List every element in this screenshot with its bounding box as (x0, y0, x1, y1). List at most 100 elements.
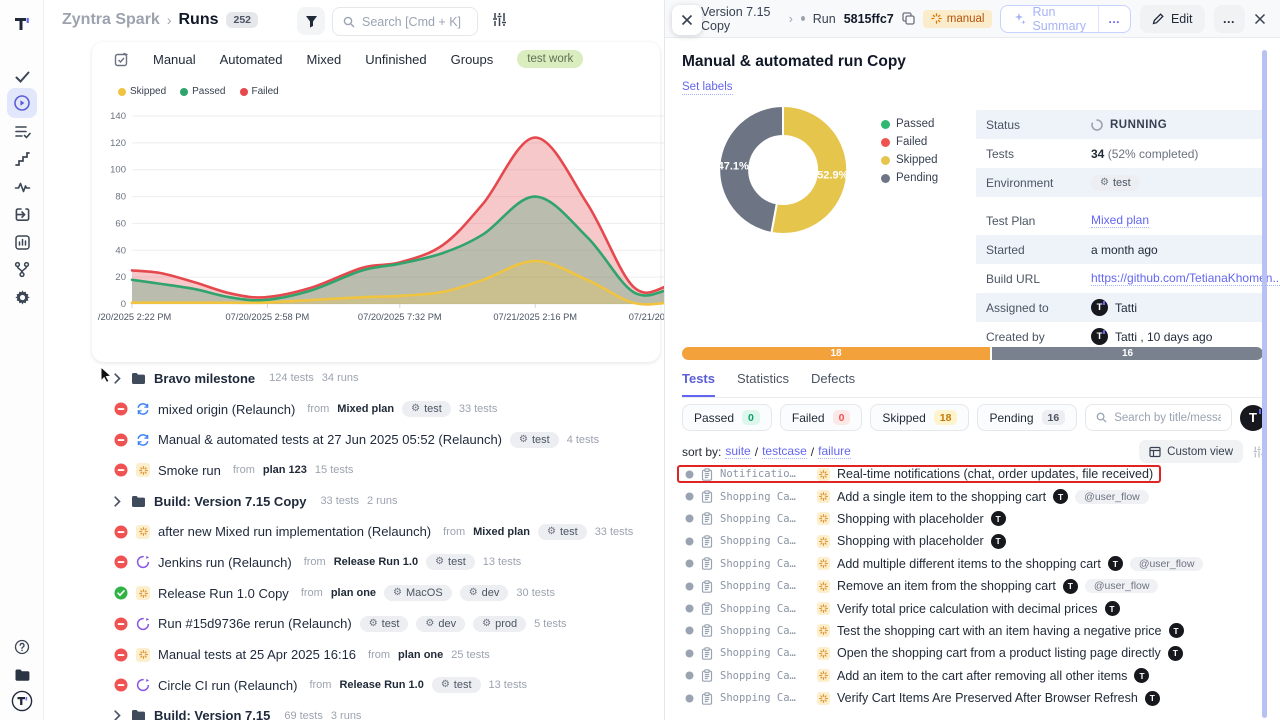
build-url-link[interactable]: https://github.com/TetianaKhomen... (1091, 271, 1280, 286)
tab-defects[interactable]: Defects (811, 371, 855, 397)
run-row[interactable]: mixed origin (Relaunch)fromMixed plan⚙te… (92, 394, 660, 425)
run-filter-mixed[interactable]: Mixed (307, 52, 342, 67)
run-title[interactable]: Manual & automated tests at 27 Jun 2025 … (158, 432, 502, 447)
adjustments-icon[interactable] (491, 11, 508, 28)
chevron-right-icon[interactable] (114, 373, 121, 384)
scrollbar[interactable] (1262, 50, 1267, 718)
folder-title[interactable]: Bravo milestone (154, 371, 255, 386)
sort-by-failure[interactable]: failure (818, 444, 851, 459)
chevron-right-icon[interactable] (114, 710, 121, 720)
filter-pill-skipped[interactable]: Skipped18 (870, 404, 969, 431)
run-filter-unfinished[interactable]: Unfinished (365, 52, 426, 67)
test-title[interactable]: Open the shopping cart from a product li… (837, 646, 1161, 660)
test-tag[interactable]: @user_flow (1130, 557, 1204, 571)
branch-icon[interactable] (7, 254, 37, 284)
label-filter-badge[interactable]: test work (517, 50, 583, 68)
run-row[interactable]: Release Run 1.0 Copyfromplan one⚙MacOS⚙d… (92, 578, 660, 609)
test-title[interactable]: Add a single item to the shopping cart (837, 490, 1046, 504)
run-filter-manual[interactable]: Manual (153, 52, 196, 67)
test-tag[interactable]: @user_flow (1085, 579, 1159, 593)
run-plan-link[interactable]: plan one (398, 649, 443, 661)
test-content[interactable]: Shopping Ca…Shopping with placeholderT (677, 509, 1014, 528)
test-row[interactable]: Shopping Ca…Open the shopping cart from … (677, 642, 1264, 664)
run-plan-link[interactable]: plan 123 (263, 464, 307, 476)
test-content[interactable]: Shopping Ca…Add multiple different items… (677, 554, 1211, 573)
run-plan-link[interactable]: Release Run 1.0 (339, 679, 423, 691)
breadcrumb-section[interactable]: Runs (178, 11, 218, 29)
run-title[interactable]: Release Run 1.0 Copy (158, 586, 289, 601)
stairs-icon[interactable] (7, 144, 37, 174)
run-row[interactable]: Circle CI run (Relaunch)fromRelease Run … (92, 670, 660, 701)
test-content[interactable]: Shopping Ca…Remove an item from the shop… (677, 577, 1166, 596)
import-icon[interactable] (7, 199, 37, 229)
tab-statistics[interactable]: Statistics (737, 371, 789, 397)
test-row[interactable]: Shopping Ca…Remove an item from the shop… (677, 575, 1264, 597)
runs-icon[interactable] (7, 88, 37, 118)
test-title[interactable]: Real-time notifications (chat, order upd… (837, 467, 1153, 481)
list-check-icon[interactable] (7, 116, 37, 146)
test-tag[interactable]: @user_flow (1075, 490, 1149, 504)
select-runs-icon[interactable] (114, 52, 129, 67)
run-filter-groups[interactable]: Groups (451, 52, 494, 67)
test-title[interactable]: Add multiple different items to the shop… (837, 557, 1101, 571)
filter-pill-pending[interactable]: Pending16 (977, 404, 1077, 431)
run-title[interactable]: Circle CI run (Relaunch) (158, 678, 297, 693)
close-panel-button[interactable] (672, 5, 702, 35)
custom-view-button[interactable]: Custom view (1139, 440, 1243, 463)
run-folder-row[interactable]: Bravo milestone124 tests34 runs (92, 363, 660, 394)
env-badge-test[interactable]: ⚙test (426, 554, 475, 570)
env-badge-dev[interactable]: ⚙dev (416, 616, 465, 632)
breadcrumb-folder[interactable]: Version 7.15 Copy (701, 5, 781, 33)
gear-icon[interactable] (7, 282, 37, 312)
env-badge-test[interactable]: ⚙test (510, 432, 559, 448)
run-title[interactable]: mixed origin (Relaunch) (158, 402, 295, 417)
filter-pill-passed[interactable]: Passed0 (682, 404, 772, 431)
folder-title[interactable]: Build: Version 7.15 (154, 708, 270, 720)
test-plan-link[interactable]: Mixed plan (1091, 213, 1149, 228)
run-plan-link[interactable]: plan one (331, 587, 376, 599)
env-badge-test[interactable]: ⚙test (402, 401, 451, 417)
run-title[interactable]: Smoke run (158, 463, 221, 478)
filter-pill-failed[interactable]: Failed0 (780, 404, 863, 431)
copy-icon[interactable] (902, 12, 915, 25)
main-search[interactable] (332, 7, 478, 36)
test-title[interactable]: Shopping with placeholder (837, 534, 984, 548)
test-content[interactable]: Shopping Ca…Test the shopping cart with … (677, 621, 1192, 640)
test-content[interactable]: Shopping Ca…Shopping with placeholderT (677, 532, 1014, 551)
pulse-icon[interactable] (7, 172, 37, 202)
test-title[interactable]: Shopping with placeholder (837, 512, 984, 526)
set-labels-link[interactable]: Set labels (682, 81, 733, 95)
run-title[interactable]: after new Mixed run implementation (Rela… (158, 524, 431, 539)
avatar-logo-icon[interactable] (7, 686, 37, 716)
test-content[interactable]: Shopping Ca…Verify Cart Items Are Preser… (677, 689, 1168, 708)
report-icon[interactable] (7, 227, 37, 257)
test-row[interactable]: Shopping Ca…Test the shopping cart with … (677, 620, 1264, 642)
sort-by-suite[interactable]: suite (725, 444, 750, 459)
folder-title[interactable]: Build: Version 7.15 Copy (154, 494, 306, 509)
run-summary-button[interactable]: Run Summary (1001, 6, 1097, 32)
check-icon[interactable] (7, 61, 37, 91)
tests-search-input[interactable] (1114, 412, 1221, 424)
test-content[interactable]: Shopping Ca…Add a single item to the sho… (677, 487, 1157, 506)
close-detail-button[interactable] (1254, 13, 1266, 25)
test-title[interactable]: Verify Cart Items Are Preserved After Br… (837, 691, 1138, 705)
test-content[interactable]: Shopping Ca…Verify total price calculati… (677, 599, 1128, 618)
test-title[interactable]: Verify total price calculation with deci… (837, 602, 1098, 616)
run-row[interactable]: Manual & automated tests at 27 Jun 2025 … (92, 424, 660, 455)
help-icon[interactable] (7, 632, 37, 662)
test-row[interactable]: Shopping Ca…Add a single item to the sho… (677, 485, 1264, 507)
chevron-right-icon[interactable] (114, 496, 121, 507)
test-row[interactable]: Shopping Ca…Shopping with placeholderT (677, 508, 1264, 530)
tab-tests[interactable]: Tests (682, 371, 715, 397)
run-title[interactable]: Jenkins run (Relaunch) (158, 555, 292, 570)
highlighted-test[interactable]: Notificatio…Real-time notifications (cha… (677, 465, 1161, 483)
test-content[interactable]: Shopping Ca…Open the shopping cart from … (677, 644, 1191, 663)
run-row[interactable]: Run #15d9736e rerun (Relaunch)⚙test⚙dev⚙… (92, 609, 660, 640)
run-plan-link[interactable]: Mixed plan (473, 526, 530, 538)
test-row[interactable]: Notificatio…Real-time notifications (cha… (677, 463, 1264, 485)
run-row[interactable]: after new Mixed run implementation (Rela… (92, 516, 660, 547)
environment-badge[interactable]: ⚙test (1091, 175, 1140, 191)
run-row[interactable]: Jenkins run (Relaunch)fromRelease Run 1.… (92, 547, 660, 578)
env-badge-macos[interactable]: ⚙MacOS (384, 585, 452, 601)
test-row[interactable]: Shopping Ca…Verify total price calculati… (677, 597, 1264, 619)
